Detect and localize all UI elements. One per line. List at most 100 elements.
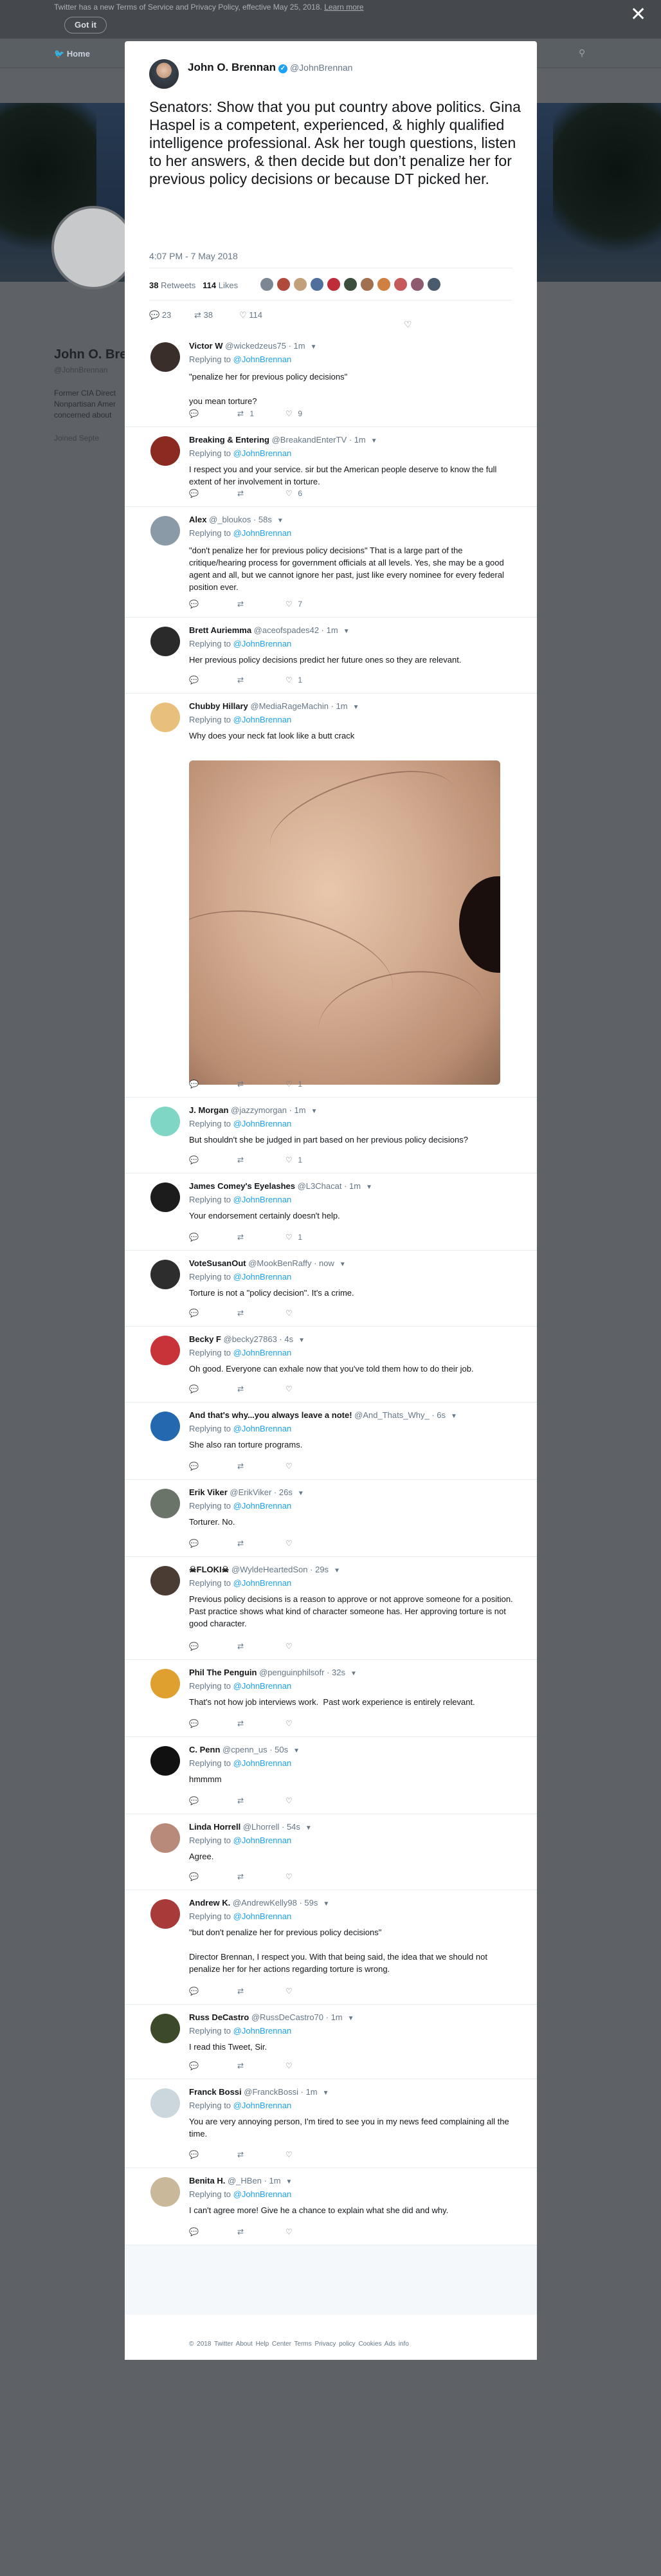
reply-avatar[interactable] <box>150 1336 180 1365</box>
like-icon[interactable]: ♡ <box>285 1872 296 1881</box>
reply-author-name[interactable]: Linda Horrell <box>189 1822 240 1832</box>
reply-author-handle[interactable]: @_bloukos <box>209 515 251 524</box>
reply-author-name[interactable]: C. Penn <box>189 1745 220 1754</box>
liker-avatar[interactable] <box>260 277 274 291</box>
reply-author-name[interactable]: Becky F <box>189 1334 221 1344</box>
reply-photo[interactable] <box>189 760 500 1085</box>
retweet-icon[interactable]: ⇄ <box>194 310 201 320</box>
replying-to-mention[interactable]: @JohnBrennan <box>233 1835 292 1845</box>
reply-author-name[interactable]: And that's why...you always leave a note… <box>189 1410 352 1420</box>
reply-avatar[interactable] <box>150 1566 180 1596</box>
reply-author-name[interactable]: Franck Bossi <box>189 2087 242 2097</box>
reply-author-handle[interactable]: @Lhorrell <box>243 1822 280 1832</box>
reply-tweet[interactable]: VoteSusanOut @MookBenRaffy · now ▼ Replyin… <box>125 1251 537 1327</box>
reply-author-handle[interactable]: @ErikViker <box>230 1487 271 1497</box>
replying-to-mention[interactable]: @JohnBrennan <box>233 1272 292 1282</box>
replying-to-mention[interactable]: @JohnBrennan <box>233 2189 292 2199</box>
like-icon[interactable]: ♡ <box>285 1642 296 1651</box>
reply-icon[interactable]: 💬 <box>189 1872 199 1881</box>
reply-author-handle[interactable]: @AndrewKelly98 <box>233 1898 297 1908</box>
reply-author-name[interactable]: Brett Auriemma <box>189 625 251 635</box>
retweet-icon[interactable]: ⇄ <box>237 2150 248 2159</box>
replying-to-mention[interactable]: @JohnBrennan <box>233 1758 292 1768</box>
reply-avatar[interactable] <box>150 516 180 546</box>
replying-to-mention[interactable]: @JohnBrennan <box>233 1424 292 1433</box>
chevron-down-icon[interactable]: ▼ <box>323 2090 329 2097</box>
liker-avatar[interactable] <box>327 277 341 291</box>
liker-avatar[interactable] <box>410 277 424 291</box>
like-icon[interactable]: ♡ <box>285 1155 296 1164</box>
reply-icon[interactable]: 💬 <box>189 409 199 418</box>
reply-icon[interactable]: 💬 <box>189 2227 199 2236</box>
reply-avatar[interactable] <box>150 2088 180 2118</box>
reply-author-handle[interactable]: @And_Thats_Why_ <box>354 1410 430 1420</box>
reply-avatar[interactable] <box>150 1107 180 1136</box>
reply-tweet[interactable]: C. Penn @cpenn_us · 50s ▼ Replying to @Joh… <box>125 1737 537 1814</box>
replying-to-mention[interactable]: @JohnBrennan <box>233 1119 292 1128</box>
reply-author-name[interactable]: Breaking & Entering <box>189 435 269 445</box>
reply-icon[interactable]: 💬 <box>189 1233 199 1242</box>
retweet-icon[interactable]: ⇄ <box>237 1719 248 1728</box>
replying-to-mention[interactable]: @JohnBrennan <box>233 715 292 724</box>
reply-tweet[interactable]: Franck Bossi @FranckBossi · 1m ▼ Replying … <box>125 2079 537 2168</box>
liker-avatar[interactable] <box>343 277 358 291</box>
chevron-down-icon[interactable]: ▼ <box>343 628 350 635</box>
liker-avatar[interactable] <box>427 277 441 291</box>
reply-icon[interactable]: 💬 <box>189 1385 199 1394</box>
reply-icon[interactable]: 💬 <box>189 1539 199 1548</box>
reply-time[interactable]: now <box>319 1258 334 1268</box>
reply-avatar[interactable] <box>150 1899 180 1929</box>
replying-to-mention[interactable]: @JohnBrennan <box>233 448 292 458</box>
reply-author-handle[interactable]: @wickedzeus75 <box>225 341 286 351</box>
heart-icon[interactable]: ♡ <box>404 319 412 330</box>
like-icon[interactable]: ♡ <box>285 1987 296 1996</box>
reply-icon[interactable]: 💬 <box>189 1719 199 1728</box>
reply-icon[interactable]: 💬 <box>189 1080 199 1089</box>
like-icon[interactable]: ♡ <box>285 1796 296 1805</box>
replying-to-mention[interactable]: @JohnBrennan <box>233 2101 292 2110</box>
got-it-button[interactable]: Got it <box>64 17 107 33</box>
chevron-down-icon[interactable]: ▼ <box>298 1337 305 1344</box>
reply-author-name[interactable]: Alex <box>189 515 206 524</box>
reply-time[interactable]: 50s <box>275 1745 288 1754</box>
retweet-icon[interactable]: ⇄ <box>237 2227 248 2236</box>
like-icon[interactable]: ♡ <box>239 310 247 320</box>
retweet-stat-label[interactable]: Retweets <box>161 281 195 290</box>
like-icon[interactable]: ♡ <box>285 1233 296 1242</box>
liker-avatar[interactable] <box>293 277 307 291</box>
retweet-icon[interactable]: ⇄ <box>237 1462 248 1471</box>
like-icon[interactable]: ♡ <box>285 1539 296 1548</box>
chevron-down-icon[interactable]: ▼ <box>371 437 377 445</box>
chevron-down-icon[interactable]: ▼ <box>277 517 284 524</box>
like-icon[interactable]: ♡ <box>285 1080 296 1089</box>
reply-avatar[interactable] <box>150 627 180 656</box>
author-avatar[interactable] <box>149 59 179 89</box>
reply-tweet[interactable]: Chubby Hillary @MediaRageMachin · 1m ▼ Rep… <box>125 694 537 1098</box>
chevron-down-icon[interactable]: ▼ <box>348 2015 354 2022</box>
reply-time[interactable]: 6s <box>437 1410 446 1420</box>
reply-author-handle[interactable]: @penguinphilsofr <box>259 1668 324 1677</box>
reply-tweet[interactable]: Phil The Penguin @penguinphilsofr · 32s ▼… <box>125 1660 537 1737</box>
retweet-icon[interactable]: ⇄ <box>237 1872 248 1881</box>
reply-author-handle[interactable]: @cpenn_us <box>222 1745 267 1754</box>
search-icon[interactable]: ⚲ <box>579 48 585 59</box>
reply-icon[interactable]: 💬 <box>189 600 199 609</box>
reply-author-handle[interactable]: @aceofspades42 <box>254 625 319 635</box>
like-icon[interactable]: ♡ <box>285 1719 296 1728</box>
reply-avatar[interactable] <box>150 2014 180 2043</box>
reply-tweet[interactable]: Russ DeCastro @RussDeCastro70 · 1m ▼ Reply… <box>125 2005 537 2079</box>
reply-author-handle[interactable]: @becky27863 <box>224 1334 277 1344</box>
like-icon[interactable]: ♡ <box>285 409 296 418</box>
reply-author-name[interactable]: Phil The Penguin <box>189 1668 257 1677</box>
replying-to-mention[interactable]: @JohnBrennan <box>233 2026 292 2036</box>
retweet-icon[interactable]: ⇄ <box>237 1080 248 1089</box>
reply-icon[interactable]: 💬 <box>189 1462 199 1471</box>
chevron-down-icon[interactable]: ▼ <box>311 344 317 351</box>
like-icon[interactable]: ♡ <box>285 2061 296 2070</box>
close-icon[interactable]: ✕ <box>630 5 646 24</box>
reply-tweet[interactable]: J. Morgan @jazzymorgan · 1m ▼ Replying to … <box>125 1098 537 1173</box>
reply-icon[interactable]: 💬 <box>189 489 199 498</box>
like-stat-label[interactable]: Likes <box>219 281 238 290</box>
replying-to-mention[interactable]: @JohnBrennan <box>233 1578 292 1588</box>
reply-time[interactable]: 1m <box>336 701 348 711</box>
